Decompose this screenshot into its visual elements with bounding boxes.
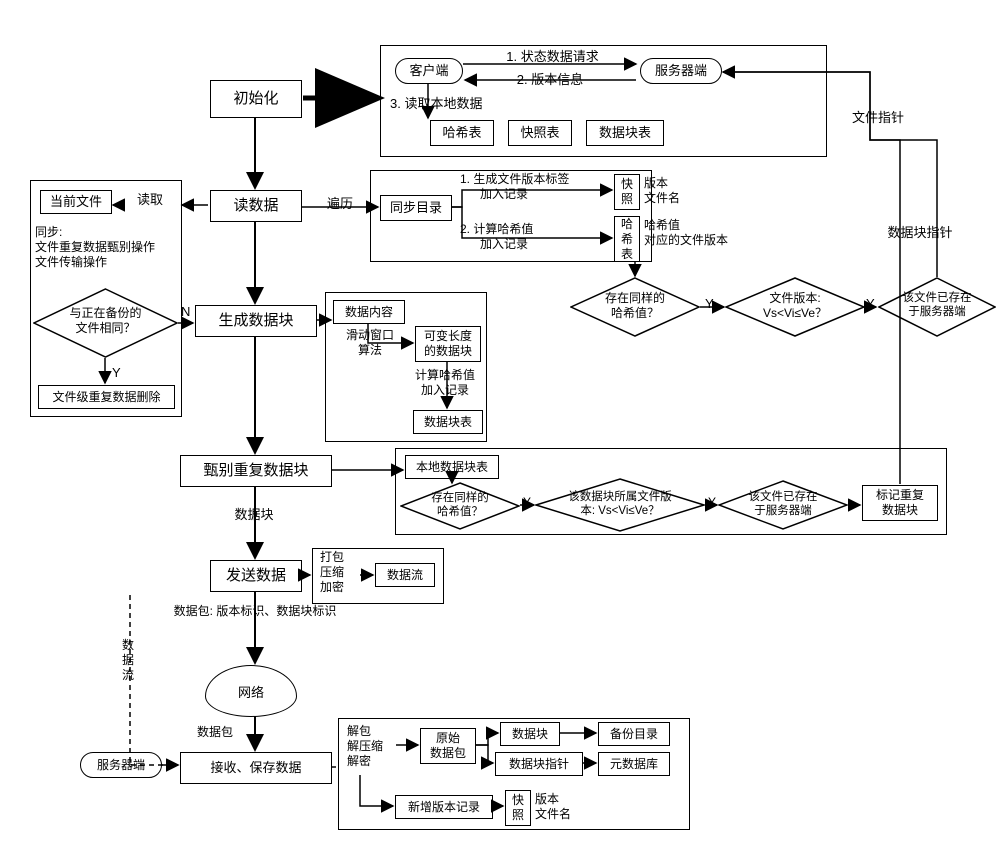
lbl-sync: 同步: 文件重复数据甄别操作 文件传输操作 [35, 225, 180, 270]
lbl-calc: 计算哈希值 加入记录 [400, 368, 490, 398]
lbl-sendops: 打包 压缩 加密 [320, 550, 370, 595]
node-filedel: 文件级重复数据删除 [38, 385, 175, 409]
step-init: 初始化 [210, 80, 302, 118]
lbl-pkt2: 数据包 [185, 725, 245, 740]
lbl-snapside: 版本 文件名 [644, 176, 704, 206]
lbl-recvops: 解包 解压缩 解密 [347, 724, 407, 769]
lbl-Y-b2: Y [708, 495, 716, 510]
lbl-N-left: N [181, 304, 190, 320]
step-dedup: 甄别重复数据块 [180, 455, 332, 487]
lbl-block: 数据块 [224, 507, 284, 523]
lbl-step1: 1. 生成文件版本标签 加入记录 [460, 172, 610, 202]
lbl-read: 读取 [125, 192, 175, 208]
node-snap-r: 快 照 [614, 174, 640, 210]
lbl-traverse: 遍历 [315, 196, 365, 212]
lbl-step2: 2. 计算哈希值 加入记录 [460, 222, 610, 252]
node-server: 服务器端 [640, 58, 722, 84]
node-mark: 标记重复 数据块 [862, 485, 938, 521]
lbl-blkptr: 数据块指针 [875, 225, 965, 241]
dec-ver-file: 文件版本: Vs<Vi≤Ve？ [725, 277, 865, 337]
lbl-algo: 滑动窗口 算法 [335, 328, 405, 358]
step-send: 发送数据 [210, 560, 302, 592]
node-snaptbl: 快照表 [508, 120, 572, 146]
step-read: 读数据 [210, 190, 302, 222]
node-newrec: 新增版本记录 [395, 795, 493, 819]
node-bak: 备份目录 [598, 722, 670, 746]
node-orig: 原始 数据包 [420, 728, 476, 764]
dec-hash-file: 存在同样的 哈希值？ [570, 277, 700, 337]
step-gen: 生成数据块 [195, 305, 317, 337]
lbl-pkt: 数据包: 版本标识、数据块标识 [130, 604, 380, 619]
node-blktbl-g: 数据块表 [413, 410, 483, 434]
lbl-snapside-rv: 版本 文件名 [535, 792, 595, 822]
step-recv: 接收、保存数据 [180, 752, 332, 784]
dec-ver-blk: 该数据块所属文件版 本: Vs<Vi≤Ve？ [535, 478, 705, 532]
lbl-Y-f2: Y [866, 296, 875, 312]
node-content: 数据内容 [333, 300, 405, 324]
node-ptr-r: 数据块指针 [495, 752, 583, 776]
node-network: 网络 [205, 665, 297, 717]
node-stream: 数据流 [375, 563, 435, 587]
node-syncdir: 同步目录 [380, 195, 452, 221]
lbl-Y-b1: Y [523, 495, 531, 510]
node-snap-rv: 快 照 [505, 790, 531, 826]
lbl-fileptr: 文件指针 [838, 110, 918, 126]
node-meta: 元数据库 [598, 752, 670, 776]
node-blk-r: 数据块 [500, 722, 560, 746]
lbl-streamV: 数 据 流 [118, 638, 138, 683]
dec-hash-blk: 存在同样的 哈希值？ [400, 482, 520, 530]
node-server2: 服务器端 [80, 752, 162, 778]
lbl-Y-f1: Y [705, 296, 714, 312]
lbl-ver: 2. 版本信息 [490, 72, 610, 88]
node-hash-r: 哈 希 表 [614, 216, 640, 262]
dec-exist-file: 该文件已存在 于服务器端 [878, 277, 996, 337]
node-varblk: 可变长度 的数据块 [415, 326, 481, 362]
node-hashtbl: 哈希表 [430, 120, 494, 146]
node-client: 客户端 [395, 58, 463, 84]
node-blktbl: 数据块表 [586, 120, 664, 146]
lbl-local: 3. 读取本地数据 [390, 96, 520, 112]
lbl-Y-left: Y [112, 365, 121, 381]
node-curfile: 当前文件 [40, 190, 112, 214]
lbl-req: 1. 状态数据请求 [475, 49, 630, 65]
lbl-hashside: 哈希值 对应的文件版本 [644, 218, 754, 248]
node-localblk: 本地数据块表 [405, 455, 499, 479]
dec-samefile: 与正在备份的 文件相同？ [33, 288, 178, 358]
dec-exist-blk: 该文件已存在 于服务器端 [718, 480, 848, 530]
